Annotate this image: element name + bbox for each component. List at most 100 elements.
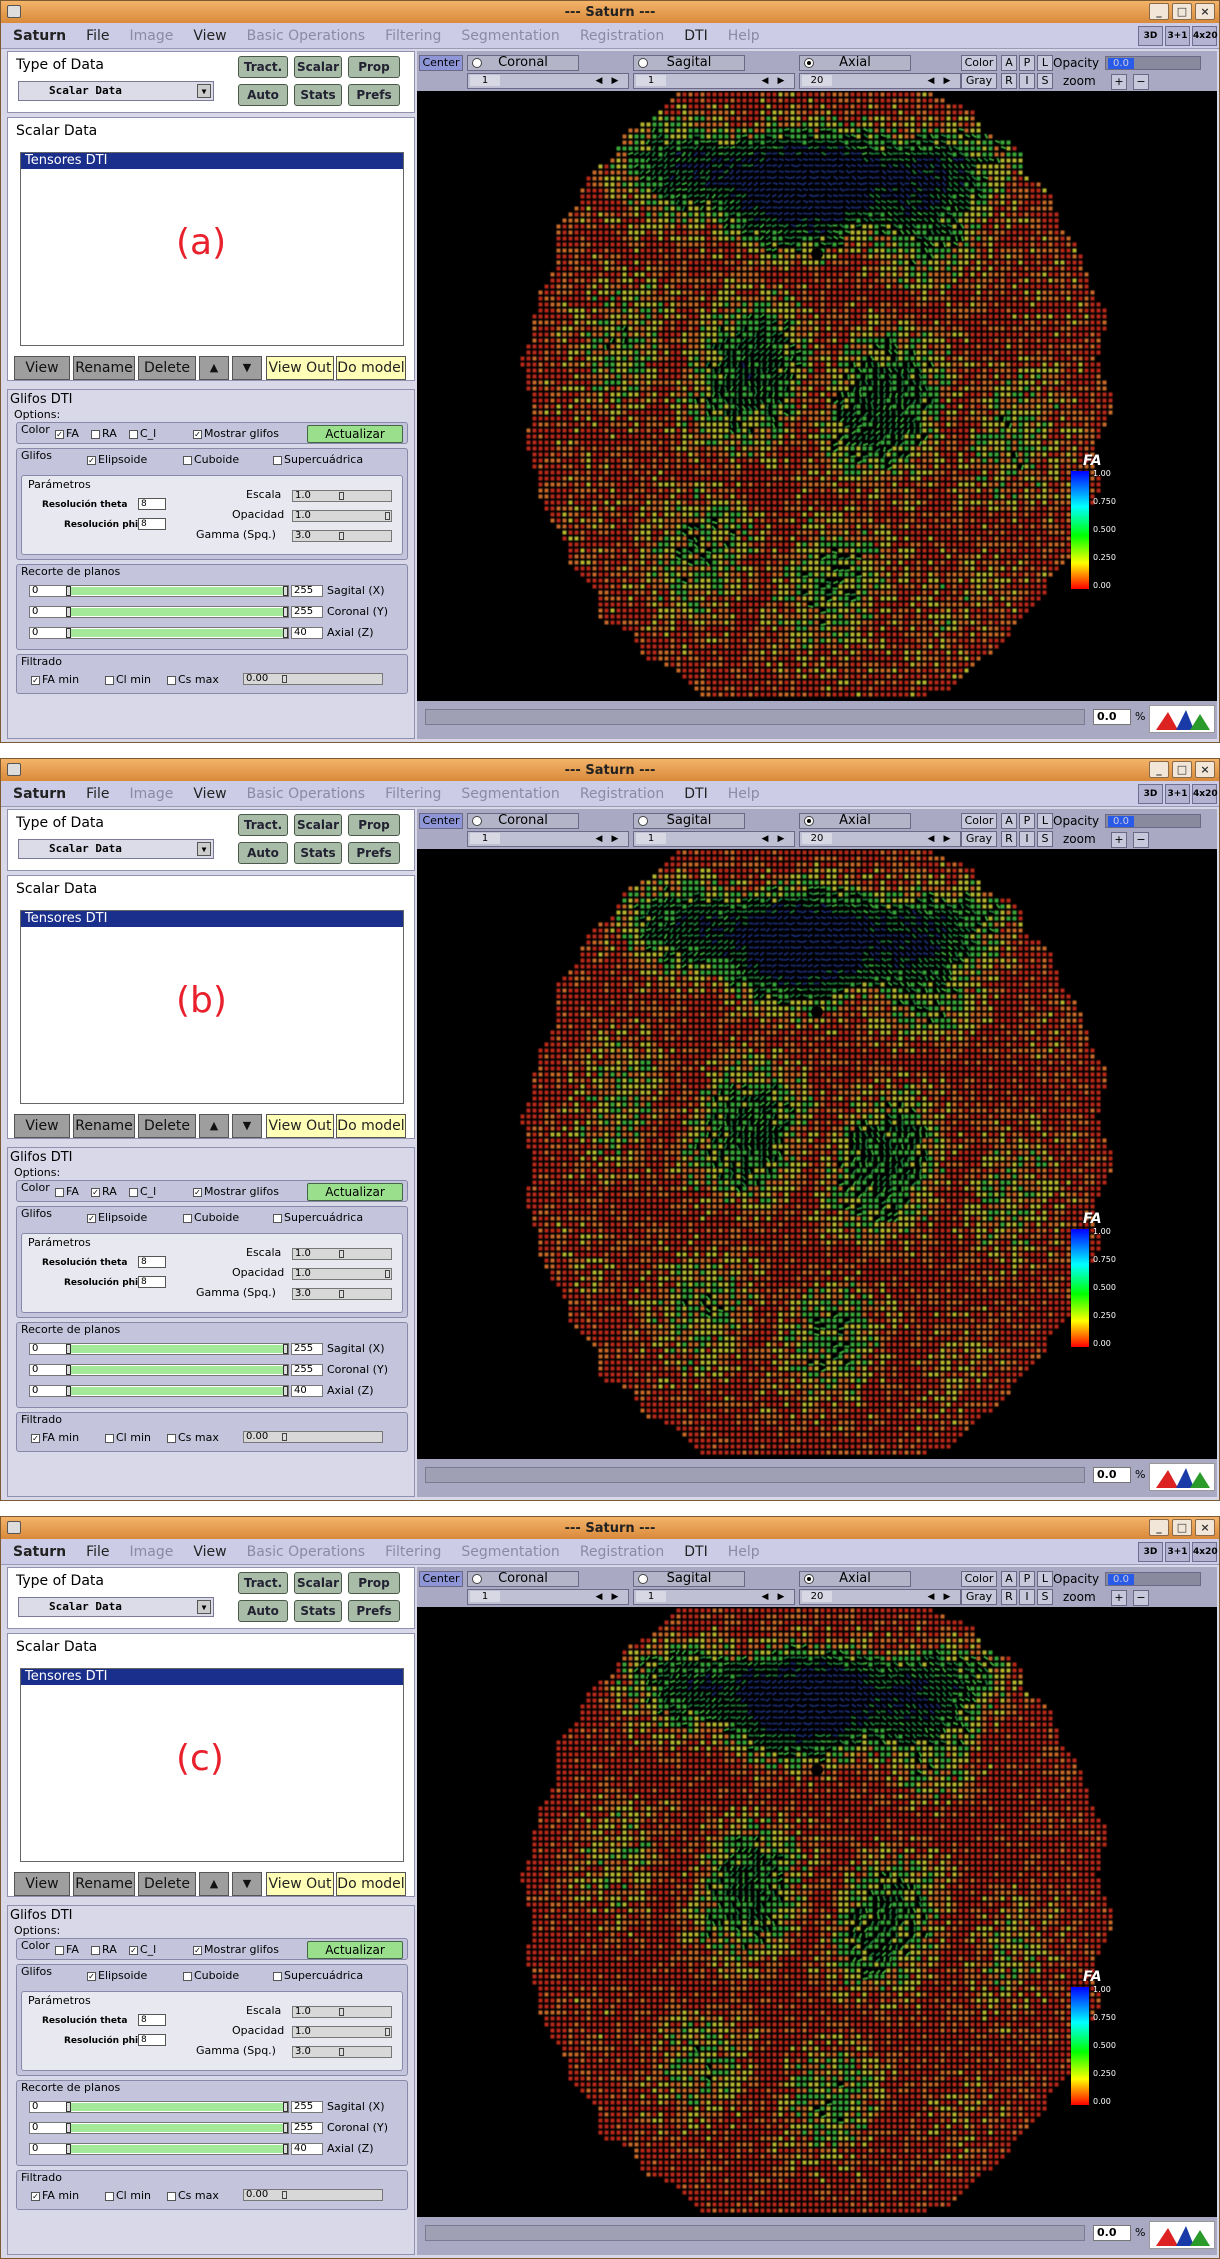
checkmark-icon[interactable]: ✓ <box>193 1945 202 1955</box>
coronal-range-slider[interactable]: 0 <box>29 2122 289 2134</box>
filter-slider[interactable]: 0.00 <box>243 2189 383 2201</box>
list-item[interactable]: Tensores DTI <box>21 153 403 169</box>
menu-segmentation[interactable]: Segmentation <box>461 786 559 802</box>
orient-r-button[interactable]: R <box>1001 831 1017 847</box>
percent-value[interactable]: 0.0 <box>1093 2225 1131 2241</box>
menu-saturn[interactable]: Saturn <box>13 1544 66 1560</box>
menu-help[interactable]: Help <box>728 28 760 44</box>
checkbox-icon[interactable] <box>273 455 282 465</box>
arrow-left-icon[interactable]: ◀ <box>926 1591 936 1603</box>
orient-p-button[interactable]: P <box>1019 813 1035 829</box>
arrow-right-icon[interactable]: ▶ <box>776 75 786 87</box>
view-4x20-button[interactable]: 4x20 <box>1192 26 1218 46</box>
checkmark-icon[interactable]: ✓ <box>87 1213 96 1223</box>
percent-value[interactable]: 0.0 <box>1093 1467 1131 1483</box>
sagital-slice-slider[interactable]: 1 ◀ ▶ <box>633 1589 795 1605</box>
dti-glyph-canvas[interactable] <box>417 849 1217 1459</box>
sagital-view-radio[interactable]: Sagital <box>633 55 745 71</box>
radio-icon[interactable] <box>472 816 482 826</box>
mostrar-glifos-checkbox[interactable]: ✓ Mostrar glifos <box>193 1943 279 1956</box>
auto-button[interactable]: Auto <box>238 1600 288 1622</box>
opacidad-slider[interactable]: 1.0 <box>292 510 392 522</box>
arrow-left-icon[interactable]: ◀ <box>926 75 936 87</box>
delete-button[interactable]: Delete <box>138 1872 196 1896</box>
menu-help[interactable]: Help <box>728 786 760 802</box>
orient-a-button[interactable]: A <box>1001 55 1017 71</box>
zoom-out-button[interactable]: − <box>1133 74 1149 90</box>
menu-registration[interactable]: Registration <box>580 28 664 44</box>
title-bar[interactable]: --- Saturn --- _ □ × <box>1 1 1219 23</box>
dti-glyph-canvas[interactable] <box>417 91 1217 701</box>
chevron-down-icon[interactable]: ▼ <box>197 1600 211 1614</box>
mostrar-glifos-checkbox[interactable]: ✓ Mostrar glifos <box>193 1185 279 1198</box>
slider-handle[interactable] <box>66 607 71 617</box>
res-theta-spinner[interactable]: 8 <box>138 1256 166 1268</box>
checkbox-icon[interactable] <box>273 1213 282 1223</box>
menu-image[interactable]: Image <box>130 1544 174 1560</box>
coronal-range-slider[interactable]: 0 <box>29 606 289 618</box>
menu-segmentation[interactable]: Segmentation <box>461 28 559 44</box>
sagital-range-slider[interactable]: 0 <box>29 2101 289 2113</box>
slider-handle[interactable] <box>339 1290 344 1298</box>
delete-button[interactable]: Delete <box>138 356 196 380</box>
arrow-right-icon[interactable]: ▶ <box>776 833 786 845</box>
elipsoide-checkbox[interactable]: ✓ Elipsoide <box>87 1969 147 1982</box>
arrow-left-icon[interactable]: ◀ <box>760 75 770 87</box>
menu-view[interactable]: View <box>193 1544 226 1560</box>
escala-slider[interactable]: 1.0 <box>292 490 392 502</box>
checkbox-icon[interactable] <box>91 1945 100 1955</box>
center-button[interactable]: Center <box>419 1571 463 1587</box>
checkmark-icon[interactable]: ✓ <box>87 455 96 465</box>
slider-handle[interactable] <box>66 586 71 596</box>
zoom-in-button[interactable]: + <box>1111 1590 1127 1606</box>
menu-file[interactable]: File <box>86 1544 109 1560</box>
cs-max-checkbox[interactable]: Cs max <box>167 673 219 686</box>
orient-i-button[interactable]: I <box>1019 73 1035 89</box>
view-3plus1-button[interactable]: 3+1 <box>1165 1542 1190 1562</box>
radio-icon[interactable] <box>638 58 648 68</box>
slider-handle[interactable] <box>283 2144 288 2154</box>
slider-handle[interactable] <box>339 532 344 540</box>
checkbox-icon[interactable] <box>129 429 138 439</box>
close-button[interactable]: × <box>1195 3 1215 20</box>
view-3d-button[interactable]: 3D <box>1138 1542 1163 1562</box>
sagital-max[interactable]: 255 <box>291 585 323 597</box>
checkbox-icon[interactable] <box>91 429 100 439</box>
auto-button[interactable]: Auto <box>238 84 288 106</box>
filter-slider[interactable]: 0.00 <box>243 673 383 685</box>
zoom-in-button[interactable]: + <box>1111 74 1127 90</box>
slider-handle[interactable] <box>283 2123 288 2133</box>
axial-max[interactable]: 40 <box>291 2143 323 2155</box>
delete-button[interactable]: Delete <box>138 1114 196 1138</box>
minimize-button[interactable]: _ <box>1149 3 1169 20</box>
coronal-max[interactable]: 255 <box>291 1364 323 1376</box>
do-model-button[interactable]: Do model <box>336 1872 406 1896</box>
radio-icon[interactable] <box>804 1574 814 1584</box>
radio-icon[interactable] <box>472 1574 482 1584</box>
cs-max-checkbox[interactable]: Cs max <box>167 1431 219 1444</box>
coronal-slice-slider[interactable]: 1 ◀ ▶ <box>467 73 629 89</box>
orient-p-button[interactable]: P <box>1019 1571 1035 1587</box>
move-down-button[interactable]: ▼ <box>232 356 262 380</box>
checkbox-icon[interactable] <box>129 1187 138 1197</box>
view-out-button[interactable]: View Out <box>266 1872 334 1896</box>
axial-view-radio[interactable]: Axial <box>799 1571 911 1587</box>
title-bar[interactable]: --- Saturn --- _ □ × <box>1 759 1219 781</box>
app-icon[interactable] <box>7 5 21 18</box>
checkmark-icon[interactable]: ✓ <box>129 1945 138 1955</box>
menu-registration[interactable]: Registration <box>580 786 664 802</box>
coronal-range-slider[interactable]: 0 <box>29 1364 289 1376</box>
menu-dti[interactable]: DTI <box>684 1544 707 1560</box>
list-item[interactable]: Tensores DTI <box>21 1669 403 1685</box>
prefs-button[interactable]: Prefs <box>348 842 400 864</box>
move-down-button[interactable]: ▼ <box>232 1114 262 1138</box>
data-type-select[interactable]: Scalar Data ▼ <box>18 1597 214 1617</box>
axial-max[interactable]: 40 <box>291 627 323 639</box>
menu-saturn[interactable]: Saturn <box>13 28 66 44</box>
checkbox-icon[interactable] <box>105 2191 114 2201</box>
slider-handle[interactable] <box>283 586 288 596</box>
checkmark-icon[interactable]: ✓ <box>55 429 64 439</box>
arrow-right-icon[interactable]: ▶ <box>776 1591 786 1603</box>
move-up-button[interactable]: ▲ <box>199 356 229 380</box>
filter-slider[interactable]: 0.00 <box>243 1431 383 1443</box>
